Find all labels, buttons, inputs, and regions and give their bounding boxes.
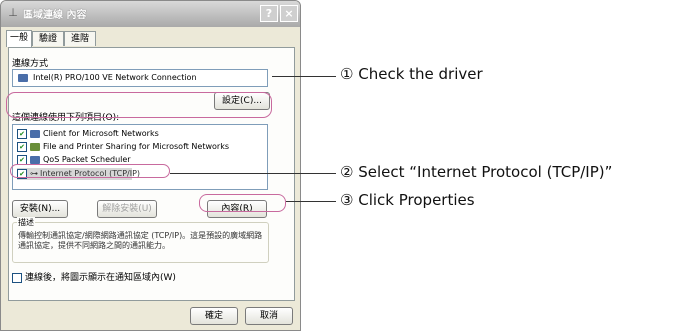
help-button[interactable]: ?	[260, 5, 278, 22]
connect-using-label: 連線方式	[12, 59, 49, 69]
checkbox-unchecked-icon[interactable]	[12, 272, 22, 283]
annotation-line-1	[272, 76, 336, 77]
list-item[interactable]: ✔ Client for Microsoft Networks	[17, 128, 159, 140]
tab-authentication[interactable]: 驗證	[32, 31, 64, 46]
annotation-2: ② Select “Internet Protocol (TCP/IP)”	[340, 163, 612, 181]
checkbox-checked-icon[interactable]: ✔	[17, 141, 27, 152]
annotation-number: ③	[340, 191, 354, 209]
ok-button[interactable]: 確定	[190, 307, 238, 325]
component-label: QoS Packet Scheduler	[43, 155, 131, 164]
file-sharing-icon	[30, 142, 40, 151]
component-label: File and Printer Sharing for Microsoft N…	[43, 142, 229, 151]
cancel-button[interactable]: 取消	[245, 307, 293, 325]
adapter-box: Intel(R) PRO/100 VE Network Connection	[12, 69, 268, 87]
description-legend: 描述	[17, 217, 35, 228]
dialog-title: 區域連線 內容	[23, 10, 87, 21]
annotation-number: ①	[340, 65, 354, 83]
tab-advanced[interactable]: 進階	[64, 31, 96, 46]
annotation-label: Click Properties	[358, 191, 475, 209]
annotation-label: Select “Internet Protocol (TCP/IP)”	[358, 163, 613, 181]
client-icon	[30, 129, 40, 138]
components-list: ✔ Client for Microsoft Networks ✔ File and…	[12, 124, 268, 190]
install-button[interactable]: 安裝(N)...	[12, 200, 68, 218]
qos-icon	[30, 155, 40, 164]
show-icon-label: 連線後，將圖示顯示在通知區域內(W)	[25, 273, 176, 283]
protocol-highlight	[10, 164, 170, 178]
tab-general[interactable]: 一般	[6, 30, 32, 47]
component-label: Client for Microsoft Networks	[43, 129, 159, 138]
checkbox-checked-icon[interactable]: ✔	[17, 154, 27, 165]
network-card-icon	[18, 74, 28, 82]
description-text: 傳輸控制通訊協定/網際網路通訊協定 (TCP/IP)。這是預設的廣域網路通訊協定…	[18, 231, 263, 250]
description-group: 描述 傳輸控制通訊協定/網際網路通訊協定 (TCP/IP)。這是預設的廣域網路通…	[12, 217, 269, 263]
adapter-name: Intel(R) PRO/100 VE Network Connection	[33, 73, 197, 82]
close-button[interactable]: ×	[280, 5, 298, 22]
network-connection-icon: ⊥	[8, 6, 18, 19]
adapter-highlight	[6, 92, 272, 118]
annotation-number: ②	[340, 163, 354, 181]
checkbox-checked-icon[interactable]: ✔	[17, 128, 27, 139]
uninstall-button[interactable]: 解除安裝(U)	[97, 200, 157, 218]
annotation-3: ③ Click Properties	[340, 191, 475, 209]
title-bar: ⊥ 區域連線 內容 ? ×	[1, 1, 300, 27]
show-icon-option[interactable]: 連線後，將圖示顯示在通知區域內(W)	[12, 270, 176, 283]
annotation-line-3	[286, 201, 336, 202]
annotation-1: ① Check the driver	[340, 65, 483, 83]
list-item[interactable]: ✔ File and Printer Sharing for Microsoft …	[17, 141, 229, 153]
properties-highlight	[199, 194, 286, 212]
annotation-line-2	[170, 173, 336, 174]
annotation-label: Check the driver	[358, 65, 483, 83]
